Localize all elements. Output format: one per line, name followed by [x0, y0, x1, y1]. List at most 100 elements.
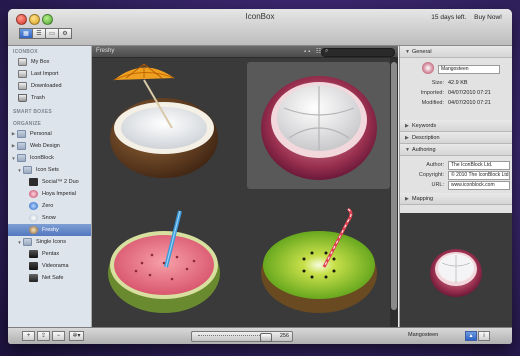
view-mode-segmented-control: ▦ ☰ ▭ ⚙	[19, 28, 72, 39]
vertical-scrollbar[interactable]	[390, 58, 398, 328]
disclosure-right-icon: ▶	[405, 134, 409, 141]
bottom-bar: + ⇪ − ✲▾ 256 Mangosteen ▴ i	[8, 327, 512, 344]
sidebar-item-label: Hoya Imperial	[42, 191, 76, 197]
authoring-fields: Author: The IconBlock Ltd. Copyright: © 20…	[400, 156, 512, 193]
size-value: 256	[279, 333, 289, 339]
sidebar-item-last-import[interactable]: Last Import	[8, 68, 91, 80]
sidebar-item-videorama[interactable]: Videorama	[8, 260, 91, 272]
copyright-field[interactable]: © 2010 The IconBlock Ltd	[448, 170, 510, 180]
folder-icon	[17, 130, 26, 138]
section-general[interactable]: ▼ General	[400, 46, 512, 58]
sidebar-item-label: Web Design	[30, 143, 60, 149]
section-label: General	[412, 48, 432, 55]
folder-icon	[17, 142, 26, 150]
list-view-button[interactable]: ☰	[32, 28, 46, 39]
sidebar-item-label: Social™ 2 Duo	[42, 179, 79, 185]
action-menu-button[interactable]: ✲▾	[69, 331, 84, 341]
disclosure-right-icon: ▶	[405, 195, 409, 202]
search-input[interactable]: ⌕	[321, 48, 395, 57]
cover-icon: ▭	[49, 31, 55, 37]
icon-cell-kiwi[interactable]	[244, 193, 394, 323]
sidebar-item-icon-sets[interactable]: ▼ Icon Sets	[8, 164, 91, 176]
clock-icon	[18, 70, 27, 78]
title-bar: IconBox 15 days left. Buy Now! ▦ ☰ ▭ ⚙	[8, 9, 512, 46]
sidebar-item-snow[interactable]: Snow	[8, 212, 91, 224]
thumbnail-icon	[422, 62, 434, 74]
sidebar-item-trash[interactable]: Trash	[8, 92, 91, 104]
sidebar-item-my-box[interactable]: My Box	[8, 56, 91, 68]
section-label: Keywords	[412, 122, 437, 129]
settings-button[interactable]: ⚙	[58, 28, 72, 39]
section-label: Authoring	[412, 146, 436, 153]
grid-view-button[interactable]: ▦	[19, 28, 33, 39]
import-button[interactable]: ⇪	[37, 331, 50, 341]
section-authoring[interactable]: ▼ Authoring	[400, 144, 512, 156]
folder-icon	[23, 166, 32, 174]
sidebar-item-net-safe[interactable]: Net Safe	[8, 272, 91, 284]
add-button[interactable]: +	[22, 331, 35, 341]
preview-pane	[400, 213, 512, 328]
video-icon	[29, 262, 38, 270]
sidebar-header-smart-boxes: SMART BOXES	[13, 109, 52, 115]
slider-knob[interactable]	[260, 333, 272, 342]
info-button[interactable]: i	[478, 331, 490, 341]
app-window: IconBox 15 days left. Buy Now! ▦ ☰ ▭ ⚙ I…	[8, 9, 512, 344]
disclosure-down-icon[interactable]: ▼	[17, 168, 22, 173]
icon-grid	[92, 58, 390, 328]
general-metadata: Size: 42.9 KB Imported: 04/07/2010 07:21 M…	[400, 78, 512, 108]
preview-icon: ▴	[469, 333, 473, 339]
icon-cell-coconut[interactable]	[92, 58, 242, 188]
iconset-hoya-icon	[29, 190, 38, 198]
author-row: Author: The IconBlock Ltd.	[400, 160, 512, 170]
box-icon	[18, 58, 27, 66]
sidebar-item-label: IconBlock	[30, 155, 54, 161]
coconut-icon	[110, 63, 218, 178]
sidebar-item-label: Zero	[42, 203, 54, 209]
sidebar-item-zero[interactable]: Zero	[8, 200, 91, 212]
buy-now-link[interactable]: Buy Now!	[474, 14, 502, 21]
iconset-zero-icon	[29, 202, 38, 210]
remove-button[interactable]: −	[52, 331, 65, 341]
disclosure-right-icon[interactable]: ▶	[11, 131, 16, 137]
sidebar: ICONBOX My Box Last Import Downloaded Tr…	[8, 46, 92, 328]
iconset-snow-icon	[29, 214, 38, 222]
disclosure-right-icon[interactable]: ▶	[11, 143, 16, 149]
sidebar-item-web-design[interactable]: ▶ Web Design	[8, 140, 91, 152]
url-row: URL: www.iconblock.com	[400, 180, 512, 190]
gear-icon: ⚙	[62, 31, 68, 37]
section-label: Mapping	[412, 195, 434, 202]
cover-view-button[interactable]: ▭	[45, 28, 59, 39]
disclosure-down-icon[interactable]: ▼	[17, 240, 22, 245]
sidebar-item-label: Freshy	[42, 227, 59, 233]
icon-cell-guava[interactable]	[92, 193, 242, 323]
sidebar-item-hoya-imperial[interactable]: Hoya Imperial	[8, 188, 91, 200]
url-field[interactable]: www.iconblock.com	[448, 180, 510, 190]
sidebar-item-single-icons[interactable]: ▼ Single Icons	[8, 236, 91, 248]
sidebar-item-downloaded[interactable]: Downloaded	[8, 80, 91, 92]
sidebar-item-pentax[interactable]: Pentax	[8, 248, 91, 260]
section-mapping[interactable]: ▶ Mapping	[400, 193, 512, 205]
icon-cell-mangosteen[interactable]	[244, 58, 394, 189]
section-description[interactable]: ▶ Description	[400, 132, 512, 144]
download-icon	[18, 82, 27, 90]
author-field[interactable]: The IconBlock Ltd.	[448, 160, 510, 170]
sidebar-item-social-2-duo[interactable]: Social™ 2 Duo	[8, 176, 91, 188]
sidebar-header-organize: ORGANIZE	[13, 121, 41, 127]
disclosure-down-icon[interactable]: ▼	[11, 156, 16, 161]
sidebar-item-iconblock[interactable]: ▼ IconBlock	[8, 152, 91, 164]
icon-size-slider[interactable]: 256	[191, 331, 293, 342]
scrollbar-thumb[interactable]	[391, 62, 397, 310]
folder-icon	[17, 154, 26, 162]
sidebar-item-personal[interactable]: ▶ Personal	[8, 128, 91, 140]
selection-name: Mangosteen	[408, 332, 439, 338]
section-keywords[interactable]: ▶ Keywords	[400, 120, 512, 132]
iconset-freshy-icon	[29, 226, 38, 234]
trash-icon	[18, 94, 27, 102]
disclosure-down-icon: ▼	[405, 48, 410, 55]
name-field[interactable]: Mangosteen	[438, 64, 500, 74]
list-icon: ☰	[36, 31, 42, 37]
folder-icon	[23, 238, 32, 246]
mangosteen-preview-icon	[430, 249, 482, 297]
sidebar-item-freshy[interactable]: Freshy	[8, 224, 91, 236]
preview-toggle-button[interactable]: ▴	[465, 331, 477, 341]
